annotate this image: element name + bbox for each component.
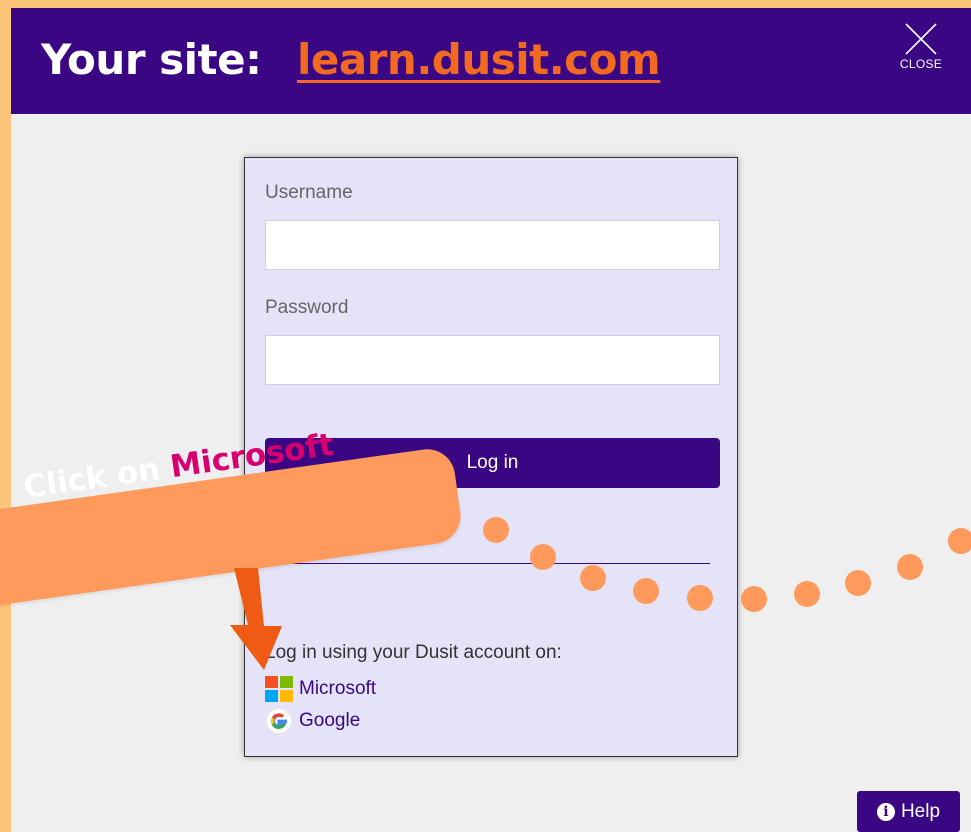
site-label: Your site: xyxy=(41,35,262,84)
google-login-link[interactable]: Google xyxy=(265,708,360,734)
site-link[interactable]: learn.dusit.com xyxy=(297,35,661,84)
login-overlay: Your site: learn.dusit.com CLOSE Usernam… xyxy=(11,8,971,832)
password-label: Password xyxy=(265,297,349,318)
sso-heading: Log in using your Dusit account on: xyxy=(265,642,562,663)
site-header: Your site: learn.dusit.com CLOSE xyxy=(11,8,971,114)
microsoft-login-link[interactable]: Microsoft xyxy=(265,676,376,702)
username-input[interactable] xyxy=(265,220,720,270)
google-login-label: Google xyxy=(299,710,361,731)
microsoft-logo-icon xyxy=(265,676,293,702)
help-button[interactable]: i Help xyxy=(857,791,960,832)
close-icon xyxy=(905,23,937,55)
password-input[interactable] xyxy=(265,335,720,385)
google-logo-icon xyxy=(265,708,293,734)
help-label: Help xyxy=(900,800,941,822)
username-label: Username xyxy=(265,182,353,203)
microsoft-login-label: Microsoft xyxy=(299,678,377,699)
close-button[interactable]: CLOSE xyxy=(897,22,945,78)
info-icon: i xyxy=(876,802,895,821)
close-label: CLOSE xyxy=(899,57,943,71)
divider xyxy=(275,563,710,564)
